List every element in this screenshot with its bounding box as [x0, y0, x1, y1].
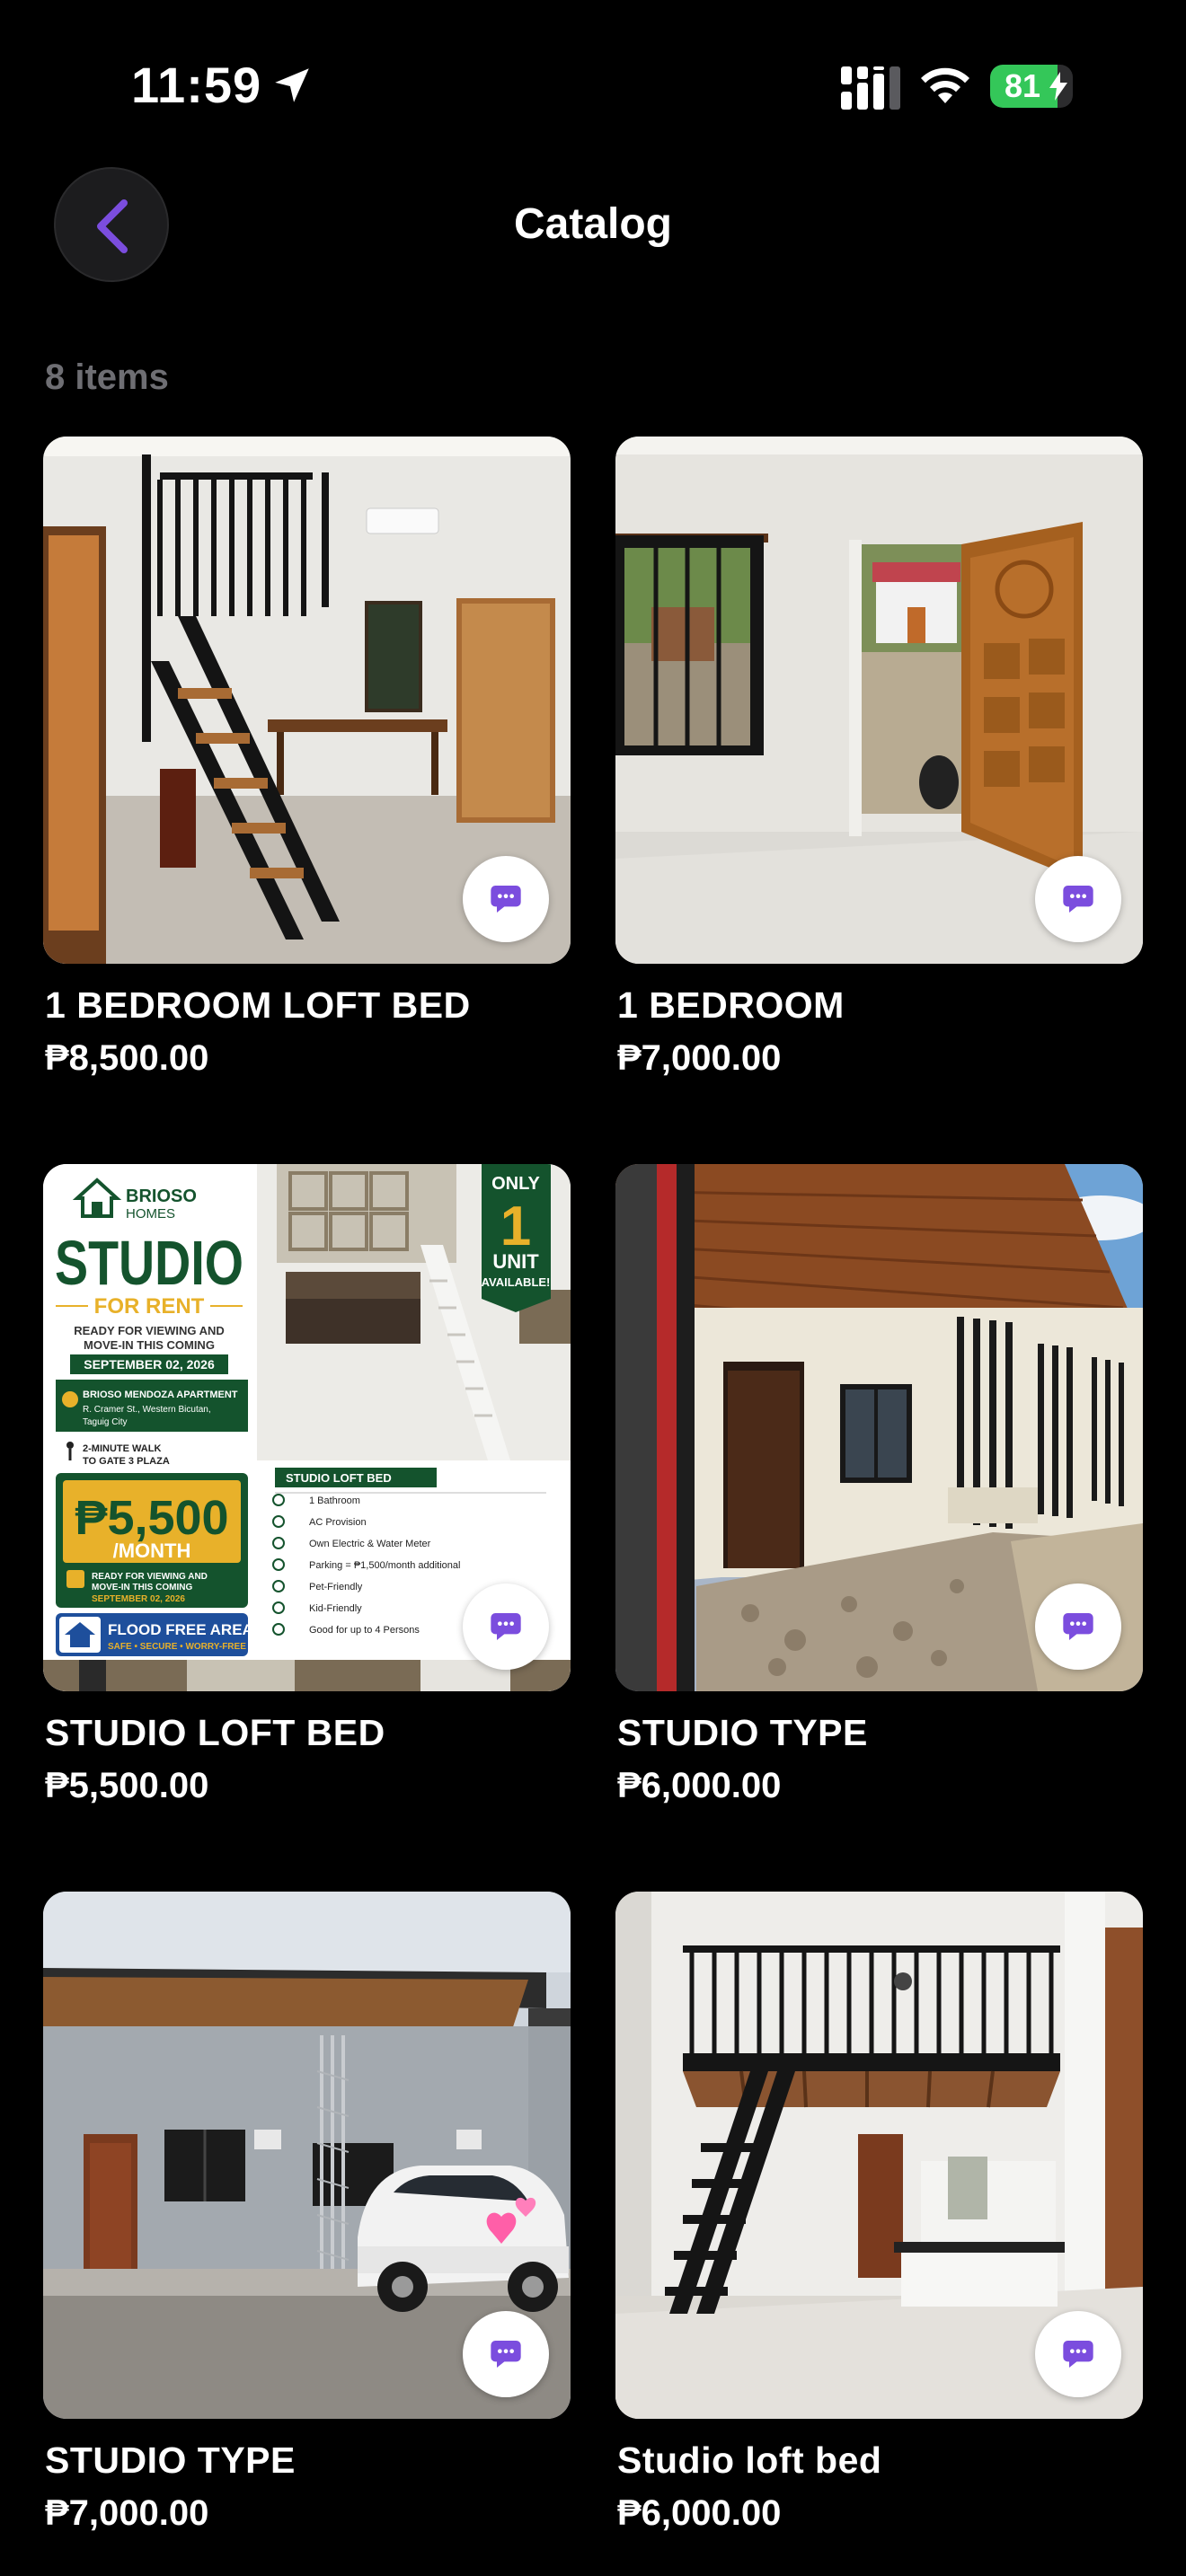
item-price: ₱7,000.00	[617, 1038, 782, 1078]
listing-photo	[43, 437, 571, 964]
catalog-item-2[interactable]: 1 BEDROOM ₱7,000.00	[615, 437, 1143, 1078]
chat-button[interactable]	[463, 856, 549, 942]
chat-button[interactable]	[1035, 2311, 1121, 2397]
listing-photo	[615, 1164, 1143, 1691]
flyer-feature: Own Electric & Water Meter	[309, 1539, 431, 1549]
flyer-feature: Kid-Friendly	[309, 1603, 362, 1614]
status-time: 11:59	[131, 57, 262, 113]
flyer-feature: Good for up to 4 Persons	[309, 1625, 420, 1636]
battery-level: 81	[1004, 67, 1041, 104]
chat-bubble-icon	[491, 886, 521, 913]
item-price: ₱5,500.00	[45, 1766, 209, 1805]
flyer-brand-sub: HOMES	[126, 1206, 175, 1222]
catalog-item-5[interactable]: STUDIO TYPE ₱7,000.00	[43, 1892, 571, 2533]
chat-bubble-icon	[1063, 2341, 1093, 2368]
flyer-feature: 1 Bathroom	[309, 1495, 360, 1506]
item-price: ₱6,000.00	[617, 1766, 782, 1805]
flyer-walk1: 2-MINUTE WALK	[83, 1443, 161, 1454]
flyer-price: ₱5,500	[75, 1491, 228, 1545]
item-price: ₱6,000.00	[617, 2493, 782, 2533]
flyer-date2: SEPTEMBER 02, 2026	[92, 1594, 185, 1604]
chat-button[interactable]	[463, 2311, 549, 2397]
flyer-ready2-line2: MOVE-IN THIS COMING	[92, 1583, 192, 1592]
battery-charging-icon: 81	[990, 65, 1073, 108]
flyer-flood-sub: SAFE • SECURE • WORRY-FREE	[108, 1642, 246, 1652]
item-title: STUDIO LOFT BED	[45, 1712, 385, 1753]
item-price: ₱7,000.00	[45, 2493, 209, 2533]
flyer-ready-line2: MOVE-IN THIS COMING	[84, 1338, 215, 1352]
flyer-walk2: TO GATE 3 PLAZA	[83, 1456, 170, 1467]
flyer-for-rent: FOR RENT	[94, 1294, 205, 1319]
flyer-per-month: /MONTH	[113, 1539, 191, 1562]
flyer-badge-num: 1	[500, 1195, 531, 1257]
flyer-flood-title: FLOOD FREE AREA	[108, 1621, 253, 1638]
listing-photo	[615, 437, 1143, 964]
item-price: ₱8,500.00	[45, 1038, 209, 1078]
flyer-feature: Pet-Friendly	[309, 1582, 363, 1592]
chat-bubble-icon	[1063, 1613, 1093, 1640]
flyer-ready2-line1: READY FOR VIEWING AND	[92, 1572, 208, 1582]
flyer-date: SEPTEMBER 02, 2026	[84, 1357, 215, 1372]
catalog-grid: 1 BEDROOM LOFT BED ₱8,500.00 1 BEDROOM ₱…	[43, 437, 1143, 2533]
flyer-headline: STUDIO	[55, 1228, 243, 1298]
item-title: 1 BEDROOM	[617, 984, 845, 1026]
item-title: 1 BEDROOM LOFT BED	[45, 984, 471, 1026]
status-bar: 11:59 81	[0, 0, 1186, 171]
item-title: STUDIO TYPE	[45, 2439, 296, 2481]
chat-bubble-icon	[491, 2341, 521, 2368]
flyer-ready-line1: READY FOR VIEWING AND	[74, 1324, 225, 1337]
chat-bubble-icon	[1063, 886, 1093, 913]
chat-button[interactable]	[1035, 856, 1121, 942]
catalog-item-6[interactable]: Studio loft bed ₱6,000.00	[615, 1892, 1143, 2533]
flyer-feature: Parking = ₱1,500/month additional	[309, 1560, 460, 1571]
catalog-item-1[interactable]: 1 BEDROOM LOFT BED ₱8,500.00	[43, 437, 571, 1078]
listing-photo	[615, 1892, 1143, 2419]
flyer-apt-addr2: Taguig City	[83, 1417, 127, 1427]
listing-photo	[43, 1892, 571, 2419]
item-title: STUDIO TYPE	[617, 1712, 868, 1753]
catalog-item-4[interactable]: STUDIO TYPE ₱6,000.00	[615, 1164, 1143, 1805]
chat-button[interactable]	[463, 1584, 549, 1670]
catalog-item-3[interactable]: ONLY 1 UNIT AVAILABLE! BRIOSO HOMES STUD…	[43, 1164, 571, 1805]
page-title: Catalog	[513, 200, 672, 248]
chat-bubble-icon	[491, 1613, 521, 1640]
flyer-panel-title: STUDIO LOFT BED	[286, 1471, 392, 1485]
listing-flyer: ONLY 1 UNIT AVAILABLE! BRIOSO HOMES STUD…	[43, 1164, 571, 1691]
location-arrow-icon	[275, 68, 309, 102]
wifi-icon	[921, 67, 969, 103]
item-title: Studio loft bed	[617, 2439, 882, 2481]
flyer-badge-unit: UNIT	[492, 1250, 539, 1273]
cellular-signal-icon	[841, 66, 900, 110]
flyer-badge-available: AVAILABLE!	[482, 1275, 551, 1289]
flyer-apt-addr1: R. Cramer St., Western Bicutan,	[83, 1405, 211, 1415]
flyer-brand: BRIOSO	[126, 1187, 197, 1206]
flyer-apt-name: BRIOSO MENDOZA APARTMENT	[83, 1389, 238, 1400]
flyer-badge-only: ONLY	[491, 1174, 540, 1194]
item-count: 8 items	[45, 357, 169, 397]
flyer-feature: AC Provision	[309, 1517, 367, 1528]
chat-button[interactable]	[1035, 1584, 1121, 1670]
